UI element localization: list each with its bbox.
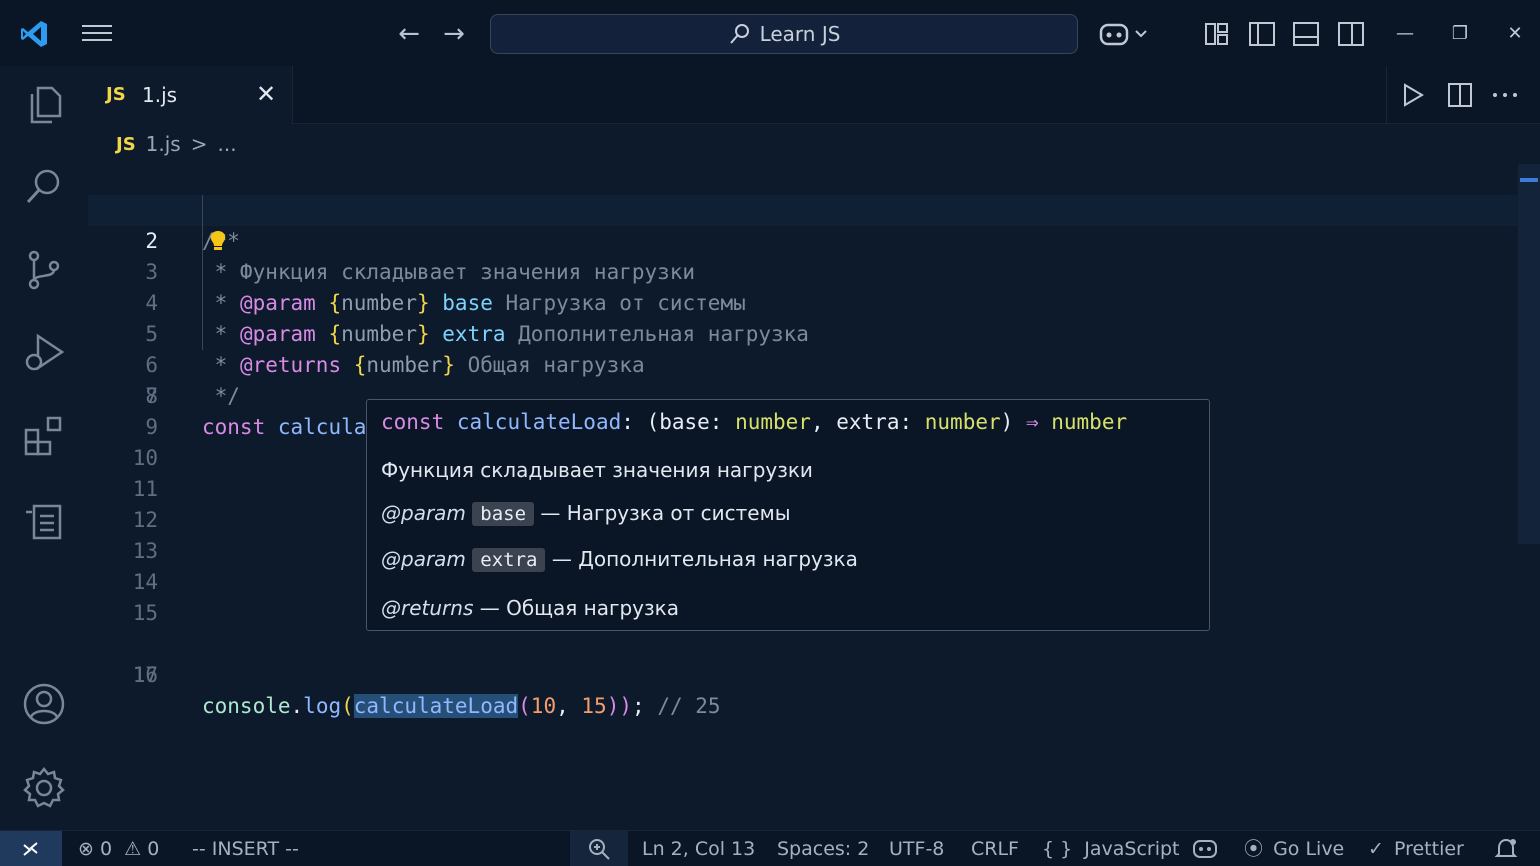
hover-returns: @returns — Общая нагрузка [381, 596, 679, 620]
search-icon[interactable] [22, 164, 66, 208]
line-number: 10 [132, 446, 158, 470]
cursor-position[interactable]: Ln 2, Col 13 [642, 831, 755, 866]
remote-icon[interactable] [0, 831, 62, 866]
split-editor-icon[interactable] [1447, 82, 1473, 108]
breadcrumb-file[interactable]: 1.js [146, 132, 181, 156]
forward-arrow-icon[interactable]: → [439, 18, 469, 50]
language-mode[interactable]: { } JavaScript [1042, 831, 1180, 866]
hover-param-base: @param base — Нагрузка от системы [381, 501, 791, 526]
javascript-file-icon: JS [116, 133, 136, 155]
search-icon [729, 24, 749, 44]
tab-label: 1.js [142, 83, 178, 107]
line-number: 13 [132, 539, 158, 563]
highlighted-symbol: calculateLoad [353, 694, 519, 718]
hover-tooltip: const calculateLoad: (base: number, extr… [366, 399, 1210, 631]
code-line: 7 const calculateLoad = (base, extra) ⇒ … [88, 350, 1518, 439]
restore-button[interactable]: ❐ [1445, 20, 1475, 48]
copilot-icon[interactable] [1098, 20, 1152, 48]
code-text: console.log(calculateLoad(10, 15)); // 2… [202, 694, 721, 718]
command-center-label: Learn JS [759, 22, 841, 46]
run-debug-icon[interactable] [22, 330, 66, 374]
hover-signature: const calculateLoad: (base: number, extr… [381, 410, 1128, 434]
warning-icon: ⚠ [124, 838, 142, 860]
hover-param-extra: @param extra — Дополнительная нагрузка [381, 547, 858, 572]
code-line-current: 2 * Функция складывает значения нагрузки [88, 195, 1518, 284]
title-bar: ← → Learn JS — ❐ ✕ [0, 0, 1540, 66]
code-line: 1 /** [88, 164, 1518, 253]
command-center-search[interactable]: Learn JS [490, 14, 1078, 54]
tab-1js[interactable]: JS 1.js ✕ [88, 66, 293, 124]
code-line: 4 * @param {number} extra Дополнительная… [88, 257, 1518, 346]
code-line: 16 console.log(calculateLoad(10, 15)); /… [88, 629, 1518, 718]
scrollbar[interactable] [1518, 164, 1540, 544]
editor-tab-bar: JS 1.js ✕ [88, 66, 1540, 124]
line-number: 17 [132, 663, 158, 687]
line-number: 12 [132, 508, 158, 532]
settings-gear-icon[interactable] [22, 766, 66, 810]
zoom-indicator[interactable] [570, 831, 628, 866]
line-number: 11 [132, 477, 158, 501]
line-number: 8 [145, 384, 158, 408]
encoding[interactable]: UTF-8 [889, 831, 944, 866]
status-bar: ⊗ 0 ⚠ 0 -- INSERT -- Ln 2, Col 13 Spaces… [0, 830, 1540, 866]
go-live-button[interactable]: ⦿ Go Live [1244, 831, 1344, 866]
toggle-primary-sidebar-icon[interactable] [1248, 20, 1276, 48]
line-number: 15 [132, 601, 158, 625]
toggle-panel-icon[interactable] [1292, 20, 1320, 48]
line-number: 9 [145, 415, 158, 439]
copilot-status-icon[interactable] [1192, 837, 1218, 861]
code-line: 17 [88, 660, 1518, 691]
code-line: 6 */ [88, 319, 1518, 408]
zoom-icon [589, 839, 610, 860]
explorer-files-icon[interactable] [22, 82, 66, 126]
extensions-icon[interactable] [22, 414, 66, 458]
lightbulb-icon[interactable] [208, 229, 228, 253]
check-double-icon: ✓ [1368, 838, 1384, 860]
indentation[interactable]: Spaces: 2 [777, 831, 869, 866]
vscode-logo-icon [21, 21, 47, 47]
error-icon: ⊗ [78, 838, 94, 860]
javascript-file-icon: JS [106, 84, 126, 105]
end-of-line[interactable]: CRLF [971, 831, 1019, 866]
toggle-secondary-sidebar-icon[interactable] [1337, 20, 1365, 48]
more-actions-icon[interactable] [1491, 82, 1519, 108]
back-arrow-icon[interactable]: ← [394, 18, 424, 50]
minimize-button[interactable]: — [1390, 20, 1420, 48]
broadcast-icon: ⦿ [1244, 838, 1264, 860]
breadcrumb: JS 1.js > ... [116, 132, 237, 156]
indent-guide [202, 195, 203, 350]
customize-layout-icon[interactable] [1204, 20, 1230, 48]
close-window-button[interactable]: ✕ [1500, 20, 1530, 48]
chevron-right-icon: > [190, 132, 208, 156]
testing-clipboard-icon[interactable] [22, 498, 66, 542]
code-line: 5 * @returns {number} Общая нагрузка [88, 288, 1518, 377]
notifications-bell-icon[interactable] [1494, 837, 1518, 861]
run-file-icon[interactable] [1401, 82, 1425, 108]
vim-mode: -- INSERT -- [192, 838, 299, 860]
editor-actions [1386, 66, 1540, 124]
close-tab-icon[interactable]: ✕ [256, 80, 276, 108]
line-number: 14 [132, 570, 158, 594]
hover-description: Функция складывает значения нагрузки [381, 458, 813, 482]
activity-bar [0, 66, 88, 830]
cursor-marker [1520, 178, 1538, 182]
braces-icon: { } [1042, 838, 1073, 860]
menu-icon[interactable] [80, 20, 114, 48]
account-icon[interactable] [22, 682, 66, 726]
prettier-status[interactable]: ✓ Prettier [1368, 831, 1464, 866]
source-control-icon[interactable] [22, 248, 66, 292]
code-line: 3 * @param {number} base Нагрузка от сис… [88, 226, 1518, 315]
problems-indicator[interactable]: ⊗ 0 ⚠ 0 [78, 831, 159, 866]
breadcrumb-symbol[interactable]: ... [218, 132, 237, 156]
